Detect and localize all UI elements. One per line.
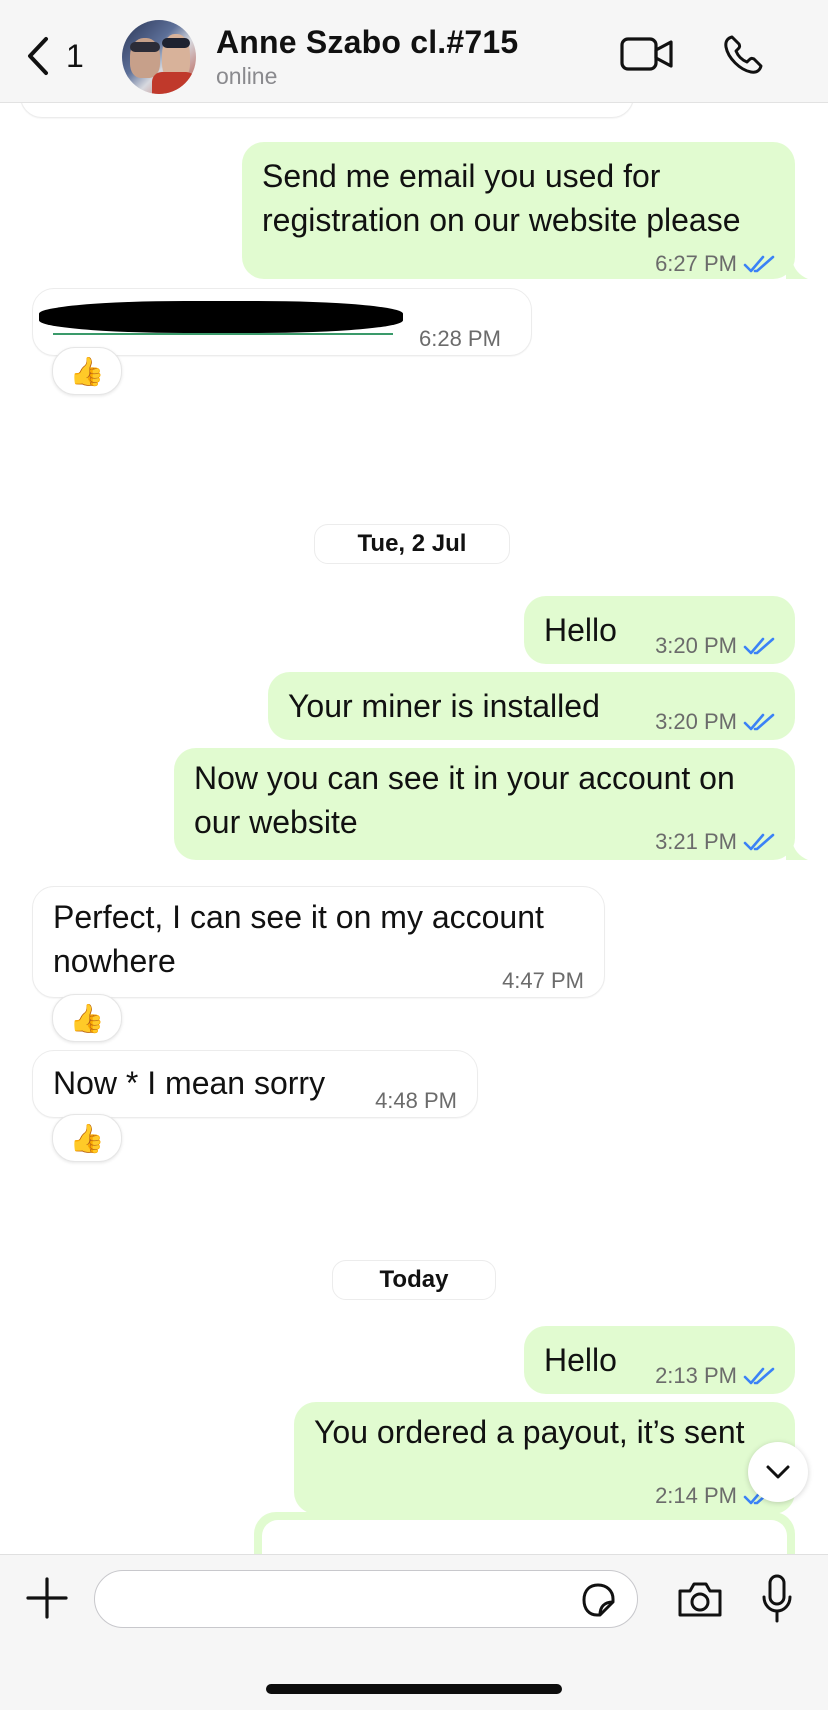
message-time: 3:20 PM xyxy=(655,633,737,658)
message-time: 6:27 PM xyxy=(655,251,737,276)
message-time: 3:21 PM xyxy=(655,829,737,854)
message-meta: 3:21 PM xyxy=(655,820,777,864)
message-bubble-incoming[interactable]: Perfect, I can see it on my account nowh… xyxy=(32,886,605,998)
bubble-tail xyxy=(786,840,808,860)
chevron-down-icon xyxy=(766,1465,790,1479)
message-text: Send me email you used for xyxy=(262,158,661,194)
message-text: nowhere xyxy=(53,943,176,979)
message-bubble-incoming[interactable] xyxy=(20,102,634,118)
reaction-badge[interactable]: 👍 xyxy=(52,1114,122,1162)
chevron-left-icon xyxy=(28,37,48,75)
camera-icon[interactable] xyxy=(676,1579,724,1619)
date-separator: Today xyxy=(332,1260,496,1300)
message-bubble-outgoing[interactable] xyxy=(254,1512,795,1554)
thumbs-up-icon: 👍 xyxy=(69,1002,105,1034)
date-separator: Tue, 2 Jul xyxy=(314,524,510,564)
message-bubble-outgoing[interactable]: Your miner is installed 3:20 PM xyxy=(268,672,795,740)
message-meta: 6:27 PM xyxy=(655,242,777,286)
message-bubble-outgoing[interactable]: Send me email you used for registration … xyxy=(242,142,795,279)
home-indicator xyxy=(266,1684,562,1694)
message-bubble-outgoing[interactable]: Hello 2:13 PM xyxy=(524,1326,795,1394)
video-camera-icon[interactable] xyxy=(620,36,674,72)
message-text: Hello xyxy=(544,612,617,648)
message-list[interactable]: Send me email you used for registration … xyxy=(0,102,828,1554)
thumbs-up-icon: 👍 xyxy=(69,355,105,387)
message-meta: 4:48 PM xyxy=(375,1079,457,1123)
redacted-email xyxy=(39,301,403,333)
message-text: Hello xyxy=(544,1342,617,1378)
message-bubble-outgoing[interactable]: Now you can see it in your account on ou… xyxy=(174,748,795,860)
thumbs-up-icon: 👍 xyxy=(69,1122,105,1154)
message-bubble-incoming[interactable]: 6:28 PM xyxy=(32,288,532,356)
message-text: Now you can see it in your account on xyxy=(194,760,735,796)
read-ticks-icon xyxy=(743,1367,775,1385)
message-bubble-incoming[interactable]: Now * I mean sorry 4:48 PM xyxy=(32,1050,478,1118)
message-text: You ordered a payout, it’s sent xyxy=(314,1414,745,1450)
unread-count: 1 xyxy=(66,37,84,74)
contact-name[interactable]: Anne Szabo cl.#715 xyxy=(216,24,518,61)
avatar-jacket xyxy=(152,72,196,94)
message-text: registration on our website please xyxy=(262,202,741,238)
message-meta: 6:28 PM xyxy=(419,317,501,361)
sticker-icon[interactable] xyxy=(578,1580,618,1620)
avatar-goggles xyxy=(130,42,160,52)
message-time: 4:48 PM xyxy=(375,1088,457,1113)
message-time: 3:20 PM xyxy=(655,709,737,734)
read-ticks-icon xyxy=(743,255,775,273)
chat-header: 1 Anne Szabo cl.#715 online xyxy=(0,0,828,103)
message-text: Now * I mean sorry xyxy=(53,1065,326,1101)
scroll-to-bottom-button[interactable] xyxy=(748,1442,808,1502)
media-preview xyxy=(262,1520,787,1554)
back-button[interactable]: 1 xyxy=(24,34,94,78)
read-ticks-icon xyxy=(743,833,775,851)
message-text: Your miner is installed xyxy=(288,688,600,724)
phone-icon[interactable] xyxy=(722,34,766,76)
read-ticks-icon xyxy=(743,637,775,655)
message-time: 6:28 PM xyxy=(419,326,501,351)
bubble-tail xyxy=(786,259,808,279)
composer-bar xyxy=(0,1554,828,1710)
message-time: 4:47 PM xyxy=(502,968,584,993)
chat-screen: 1 Anne Szabo cl.#715 online Send me emai… xyxy=(0,0,828,1710)
message-meta: 3:20 PM xyxy=(655,700,777,744)
avatar-goggles xyxy=(162,38,190,48)
microphone-icon[interactable] xyxy=(760,1573,794,1625)
reaction-badge[interactable]: 👍 xyxy=(52,347,122,395)
message-meta: 4:47 PM xyxy=(502,959,584,1003)
link-underline xyxy=(53,333,393,335)
reaction-badge[interactable]: 👍 xyxy=(52,994,122,1042)
message-bubble-outgoing[interactable]: You ordered a payout, it’s sent 2:14 PM xyxy=(294,1402,795,1514)
message-time: 2:13 PM xyxy=(655,1363,737,1388)
message-input[interactable] xyxy=(94,1570,638,1628)
message-bubble-outgoing[interactable]: Hello 3:20 PM xyxy=(524,596,795,664)
plus-icon[interactable] xyxy=(24,1575,70,1621)
message-text: Perfect, I can see it on my account xyxy=(53,899,544,935)
read-ticks-icon xyxy=(743,713,775,731)
avatar[interactable] xyxy=(122,20,196,94)
contact-status: online xyxy=(216,63,278,89)
message-meta: 3:20 PM xyxy=(655,624,777,668)
message-meta: 2:13 PM xyxy=(655,1354,777,1398)
message-text: our website xyxy=(194,804,358,840)
